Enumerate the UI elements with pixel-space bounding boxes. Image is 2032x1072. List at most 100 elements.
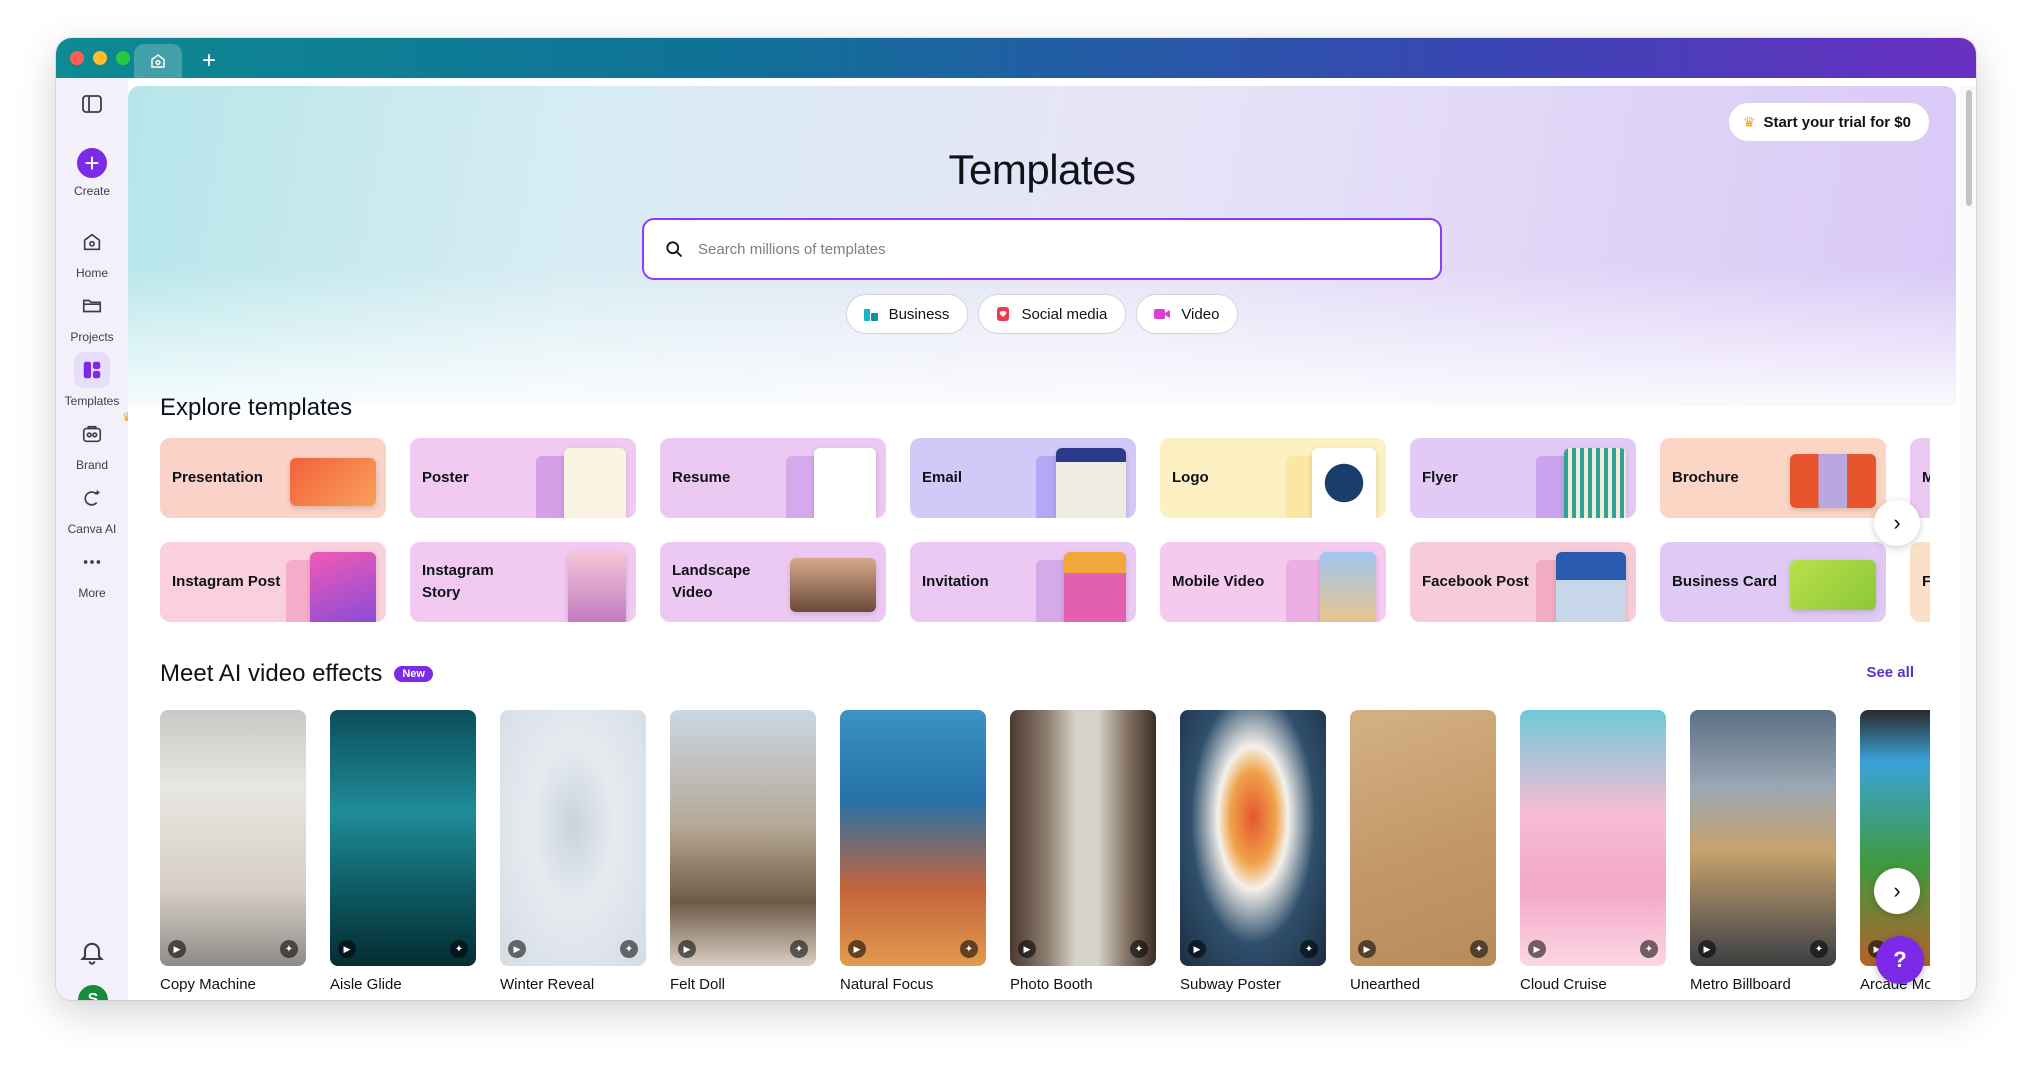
instagram-story-thumbnail	[568, 552, 626, 622]
sparkle-icon: ✦	[1640, 940, 1658, 958]
effect-card-photo-booth[interactable]: ▶ ✦ Photo Booth	[1010, 710, 1156, 993]
new-tab-button[interactable]: +	[192, 44, 226, 78]
chip-label: Social media	[1021, 305, 1108, 323]
sparkle-icon: ✦	[960, 940, 978, 958]
effect-label: Copy Machine	[160, 976, 256, 993]
template-card-poster[interactable]: Poster	[410, 438, 636, 518]
template-card-business-card[interactable]: Business Card	[1660, 542, 1886, 622]
template-card-facebook-post[interactable]: Facebook Post	[1410, 542, 1636, 622]
templates-icon	[74, 352, 110, 388]
effect-label: Subway Poster	[1180, 976, 1281, 993]
sidebar-item-projects[interactable]: Projects	[56, 288, 128, 344]
template-card-resume[interactable]: Resume	[660, 438, 886, 518]
template-card-label: Flyer	[1422, 469, 1458, 486]
play-icon: ▶	[1018, 940, 1036, 958]
effect-card-natural-focus[interactable]: ▶ ✦ Natural Focus	[840, 710, 986, 993]
play-icon: ▶	[1188, 940, 1206, 958]
home-tab[interactable]	[134, 44, 182, 78]
sidebar-item-label: Brand	[75, 458, 109, 472]
video-icon	[1154, 309, 1171, 319]
help-button[interactable]: ?	[1876, 936, 1924, 984]
effects-next-button[interactable]: ›	[1874, 868, 1920, 914]
template-card-flyer[interactable]: Flyer	[1410, 438, 1636, 518]
template-card-presentation[interactable]: Presentation	[160, 438, 386, 518]
sidebar-item-brand[interactable]: ♛ Brand	[56, 410, 133, 472]
sidebar: + Create Home Projects Templates ♛	[56, 78, 133, 1000]
sidebar-item-more[interactable]: More	[56, 544, 128, 600]
template-card-label: Facebook Post	[1422, 573, 1529, 590]
sidebar-item-label: Create	[73, 184, 111, 198]
effect-label: Felt Doll	[670, 976, 726, 993]
plus-icon: +	[77, 148, 107, 178]
effect-card-unearthed[interactable]: ▶ ✦ Unearthed	[1350, 710, 1496, 993]
template-card-label: M	[1922, 469, 1930, 486]
templates-next-button[interactable]: ›	[1874, 500, 1920, 546]
avatar[interactable]: S	[78, 985, 108, 1000]
title-bar: +	[56, 38, 1976, 78]
crown-icon: ♛	[1742, 113, 1756, 130]
effect-card-felt-doll[interactable]: ▶ ✦ Felt Doll	[670, 710, 816, 993]
effect-thumbnail: ▶✦	[1350, 710, 1496, 966]
sidebar-item-label: Projects	[70, 330, 114, 344]
sparkle-icon: ✦	[1470, 940, 1488, 958]
category-chips: Business Social media Video	[128, 294, 1956, 334]
chevron-right-icon: ›	[1893, 510, 1901, 535]
scrollbar-thumb[interactable]	[1966, 90, 1972, 206]
search-bar[interactable]	[642, 218, 1442, 280]
sidebar-toggle-icon[interactable]	[80, 92, 104, 116]
effect-card-copy-machine[interactable]: ▶ ✦ Copy Machine	[160, 710, 306, 993]
see-all-link[interactable]: See all	[1866, 664, 1914, 681]
effect-card-winter-reveal[interactable]: ▶ ✦ Winter Reveal	[500, 710, 646, 993]
template-card-label: Poster	[422, 469, 469, 486]
template-card-email[interactable]: Email	[910, 438, 1136, 518]
notifications-bell-icon[interactable]	[78, 938, 106, 966]
hero-fade	[128, 266, 1956, 426]
template-card-brochure[interactable]: Brochure	[1660, 438, 1886, 518]
effect-thumbnail: ▶✦	[1860, 710, 1930, 966]
template-card-more-row2[interactable]: F	[1910, 542, 1930, 622]
minimize-window-button[interactable]	[93, 51, 107, 65]
effect-thumbnail: ▶✦	[670, 710, 816, 966]
explore-templates-title: Explore templates	[160, 394, 353, 421]
start-trial-button[interactable]: ♛ Start your trial for $0	[1727, 102, 1930, 142]
effect-label: Cloud Cruise	[1520, 976, 1607, 993]
chip-video[interactable]: Video	[1136, 294, 1239, 334]
template-card-instagram-post[interactable]: Instagram Post	[160, 542, 386, 622]
chip-social-media[interactable]: Social media	[978, 294, 1127, 334]
landscape-video-thumbnail	[790, 558, 876, 612]
ai-effects-title: Meet AI video effects New	[160, 660, 433, 688]
business-card-thumbnail	[1790, 560, 1876, 610]
template-card-logo[interactable]: Logo	[1160, 438, 1386, 518]
effect-card-subway-poster[interactable]: ▶ ✦ Subway Poster	[1180, 710, 1326, 993]
sparkle-icon: ✦	[450, 940, 468, 958]
effect-card-metro-billboard[interactable]: ▶ ✦ Metro Billboard	[1690, 710, 1836, 993]
play-icon: ▶	[848, 940, 866, 958]
invitation-thumbnail	[1064, 552, 1126, 622]
effect-card-aisle-glide[interactable]: ▶ ✦ Aisle Glide	[330, 710, 476, 993]
scrollbar-track[interactable]	[1960, 86, 1976, 1000]
template-card-label: Landscape Video	[672, 562, 751, 601]
template-card-instagram-story[interactable]: Instagram Story	[410, 542, 636, 622]
effect-card-cloud-cruise[interactable]: ▶ ✦ Cloud Cruise	[1520, 710, 1666, 993]
close-window-button[interactable]	[70, 51, 84, 65]
brand-icon: ♛	[74, 410, 133, 452]
sidebar-item-label: Templates	[64, 394, 120, 408]
sidebar-item-create[interactable]: + Create	[56, 148, 128, 198]
template-card-label: Logo	[1172, 469, 1209, 486]
social-media-icon	[997, 307, 1010, 321]
sidebar-item-templates[interactable]: Templates	[56, 352, 128, 408]
play-icon: ▶	[678, 940, 696, 958]
sidebar-item-canva-ai[interactable]: Canva AI	[56, 480, 128, 536]
chip-label: Business	[888, 305, 950, 323]
new-badge: New	[394, 666, 433, 682]
sidebar-item-label: Canva AI	[67, 522, 117, 536]
template-card-invitation[interactable]: Invitation	[910, 542, 1136, 622]
template-card-landscape-video[interactable]: Landscape Video	[660, 542, 886, 622]
chip-business[interactable]: Business	[845, 294, 969, 334]
brochure-thumbnail	[1790, 454, 1876, 508]
template-card-mobile-video[interactable]: Mobile Video	[1160, 542, 1386, 622]
search-input[interactable]	[698, 240, 1398, 258]
sidebar-item-home[interactable]: Home	[56, 224, 128, 280]
maximize-window-button[interactable]	[116, 51, 130, 65]
sparkle-icon: ✦	[790, 940, 808, 958]
